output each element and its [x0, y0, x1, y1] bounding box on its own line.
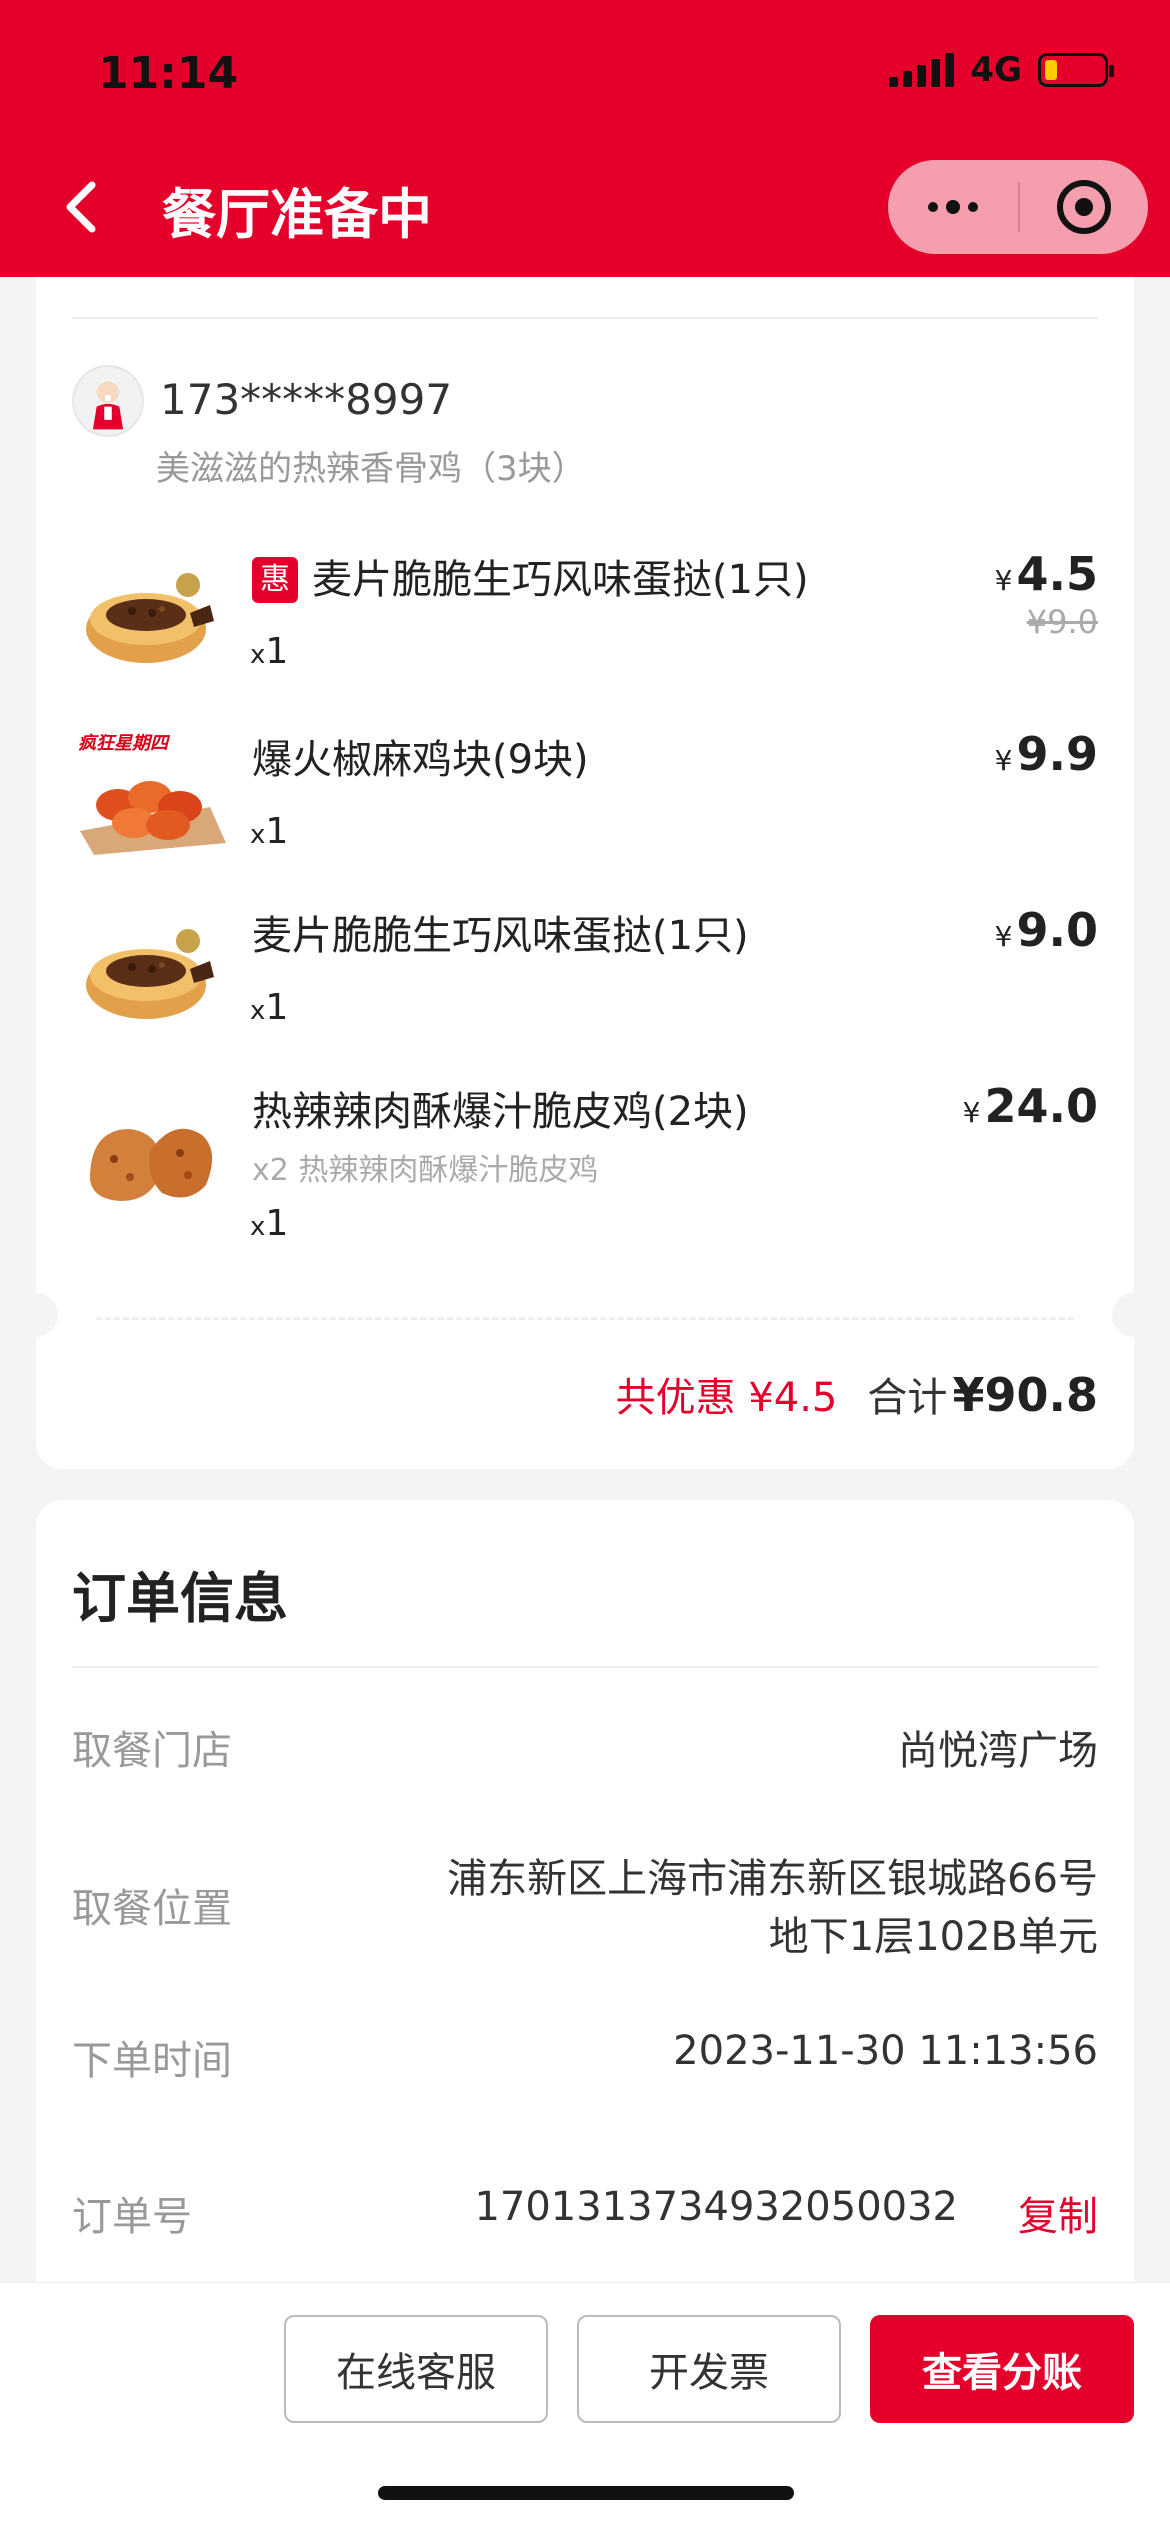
network-type: 4G: [970, 50, 1022, 90]
chevron-left-icon: [66, 181, 96, 233]
item-price: ¥9.9: [995, 727, 1098, 781]
status-indicators: 4G: [889, 50, 1114, 90]
currency: ¥: [994, 920, 1013, 953]
more-dots-icon: [928, 202, 938, 212]
price-value: 4.5: [1016, 547, 1099, 601]
store-value: 尚悦湾广场: [898, 1728, 1098, 1774]
qty-prefix: x: [250, 996, 266, 1026]
discount-badge: 惠: [252, 557, 298, 603]
total-discount: 共优惠 ¥4.5: [615, 1375, 838, 1421]
section-title: 订单信息: [72, 1567, 288, 1630]
page-title: 餐厅准备中: [162, 183, 432, 246]
location-row: 取餐位置 浦东新区上海市浦东新区银城路66号 地下1层102B单元: [72, 1846, 1098, 1976]
list-item: 疯狂星期四 爆火椒麻鸡块(9块) x1 ¥9.9: [36, 727, 1134, 897]
back-button[interactable]: [56, 172, 106, 242]
signal-icon: [889, 53, 955, 87]
egg-tart-image: [70, 547, 230, 677]
home-indicator: [378, 2486, 794, 2500]
item-name: 爆火椒麻鸡块(9块): [252, 737, 589, 783]
price-value: 9.9: [1016, 727, 1099, 781]
qty-prefix: x: [250, 1212, 266, 1242]
customer-service-button[interactable]: 在线客服: [284, 2315, 548, 2423]
list-item: 惠麦片脆脆生巧风味蛋挞(1只) x1 ¥4.5 ¥9.0: [36, 547, 1134, 717]
copy-button[interactable]: 复制: [1018, 2184, 1098, 2242]
total-group: 合计 ¥90.8: [867, 1365, 1098, 1423]
order-total: 共优惠 ¥4.5 合计 ¥90.8: [616, 1365, 1098, 1423]
item-quantity: x1: [250, 987, 288, 1028]
item-price: ¥9.0: [995, 903, 1098, 957]
item-quantity: x1: [250, 811, 288, 852]
ticket-notch: [14, 1293, 58, 1337]
time-label: 下单时间: [72, 2038, 232, 2084]
item-name-text: 麦片脆脆生巧风味蛋挞(1只): [312, 557, 809, 603]
item-name: 麦片脆脆生巧风味蛋挞(1只): [252, 913, 749, 959]
item-quantity: x1: [250, 631, 288, 672]
divider: [72, 317, 1098, 319]
user-subtitle: 美滋滋的热辣香骨鸡（3块）: [156, 449, 586, 489]
qty-prefix: x: [250, 820, 266, 850]
qty-prefix: x: [250, 640, 266, 670]
status-time: 11:14: [98, 48, 239, 99]
currency: ¥: [994, 744, 1013, 777]
image-caption: 疯狂星期四: [78, 733, 171, 754]
item-price: ¥24.0: [963, 1079, 1098, 1133]
qty-value: 1: [265, 1203, 289, 1244]
chicken-nuggets-image: 疯狂星期四: [70, 727, 230, 857]
list-item: 热辣辣肉酥爆汁脆皮鸡(2块) x2 热辣辣肉酥爆汁脆皮鸡 x1 ¥24.0: [36, 1079, 1134, 1299]
invoice-button[interactable]: 开发票: [577, 2315, 841, 2423]
avatar: [72, 365, 144, 437]
store-label: 取餐门店: [72, 1728, 232, 1774]
egg-tart-image: [70, 903, 230, 1033]
qty-value: 1: [265, 811, 289, 852]
user-phone: 173*****8997: [160, 375, 453, 424]
total-value: ¥90.8: [952, 1368, 1098, 1422]
total-label: 合计: [867, 1375, 948, 1421]
item-quantity: x1: [250, 1203, 288, 1244]
ticket-notch: [1112, 1293, 1156, 1337]
view-split-button[interactable]: 查看分账: [870, 2315, 1134, 2423]
price-value: 9.0: [1016, 903, 1099, 957]
qty-value: 1: [265, 987, 289, 1028]
qty-value: 1: [265, 631, 289, 672]
dashed-divider: [96, 1317, 1074, 1320]
divider: [72, 1666, 1098, 1668]
time-row: 下单时间 2023-11-30 11:13:56: [72, 2028, 1098, 2088]
location-line2: 地下1层102B单元: [768, 1914, 1098, 1960]
item-name: 惠麦片脆脆生巧风味蛋挞(1只): [252, 547, 809, 605]
price-value: 24.0: [984, 1079, 1099, 1133]
more-dots-icon-right: [968, 202, 978, 212]
original-price: ¥9.0: [1026, 603, 1098, 641]
order-number-row: 订单号 1701313734932050032 复制: [72, 2184, 1098, 2244]
store-row: 取餐门店 尚悦湾广场: [72, 1718, 1098, 1778]
order-time: 2023-11-30 11:13:56: [673, 2028, 1098, 2074]
header: 11:14 4G 餐厅准备中: [0, 0, 1170, 277]
colonel-avatar-icon: [92, 380, 124, 430]
location-label: 取餐位置: [72, 1886, 232, 1932]
item-price: ¥4.5: [995, 547, 1098, 601]
currency: ¥: [994, 564, 1013, 597]
battery-icon: [1038, 53, 1114, 87]
target-icon: [1057, 180, 1111, 234]
more-dots-icon-center: [946, 200, 960, 214]
order-number-label: 订单号: [72, 2194, 192, 2240]
item-detail: x2 热辣辣肉酥爆汁脆皮鸡: [252, 1153, 599, 1188]
fried-chicken-image: [70, 1089, 230, 1219]
list-item: 麦片脆脆生巧风味蛋挞(1只) x1 ¥9.0: [36, 903, 1134, 1073]
item-name: 热辣辣肉酥爆汁脆皮鸡(2块): [252, 1089, 749, 1135]
more-button[interactable]: [888, 160, 1018, 254]
order-items-card: 173*****8997 美滋滋的热辣香骨鸡（3块） 惠麦片脆脆生巧风味蛋挞(1…: [14, 277, 1156, 1469]
currency: ¥: [962, 1096, 981, 1129]
location-line1: 浦东新区上海市浦东新区银城路66号: [447, 1856, 1098, 1902]
close-mini-program-button[interactable]: [1020, 160, 1148, 254]
mini-program-capsule: [888, 160, 1148, 254]
order-number: 1701313734932050032: [474, 2184, 958, 2230]
